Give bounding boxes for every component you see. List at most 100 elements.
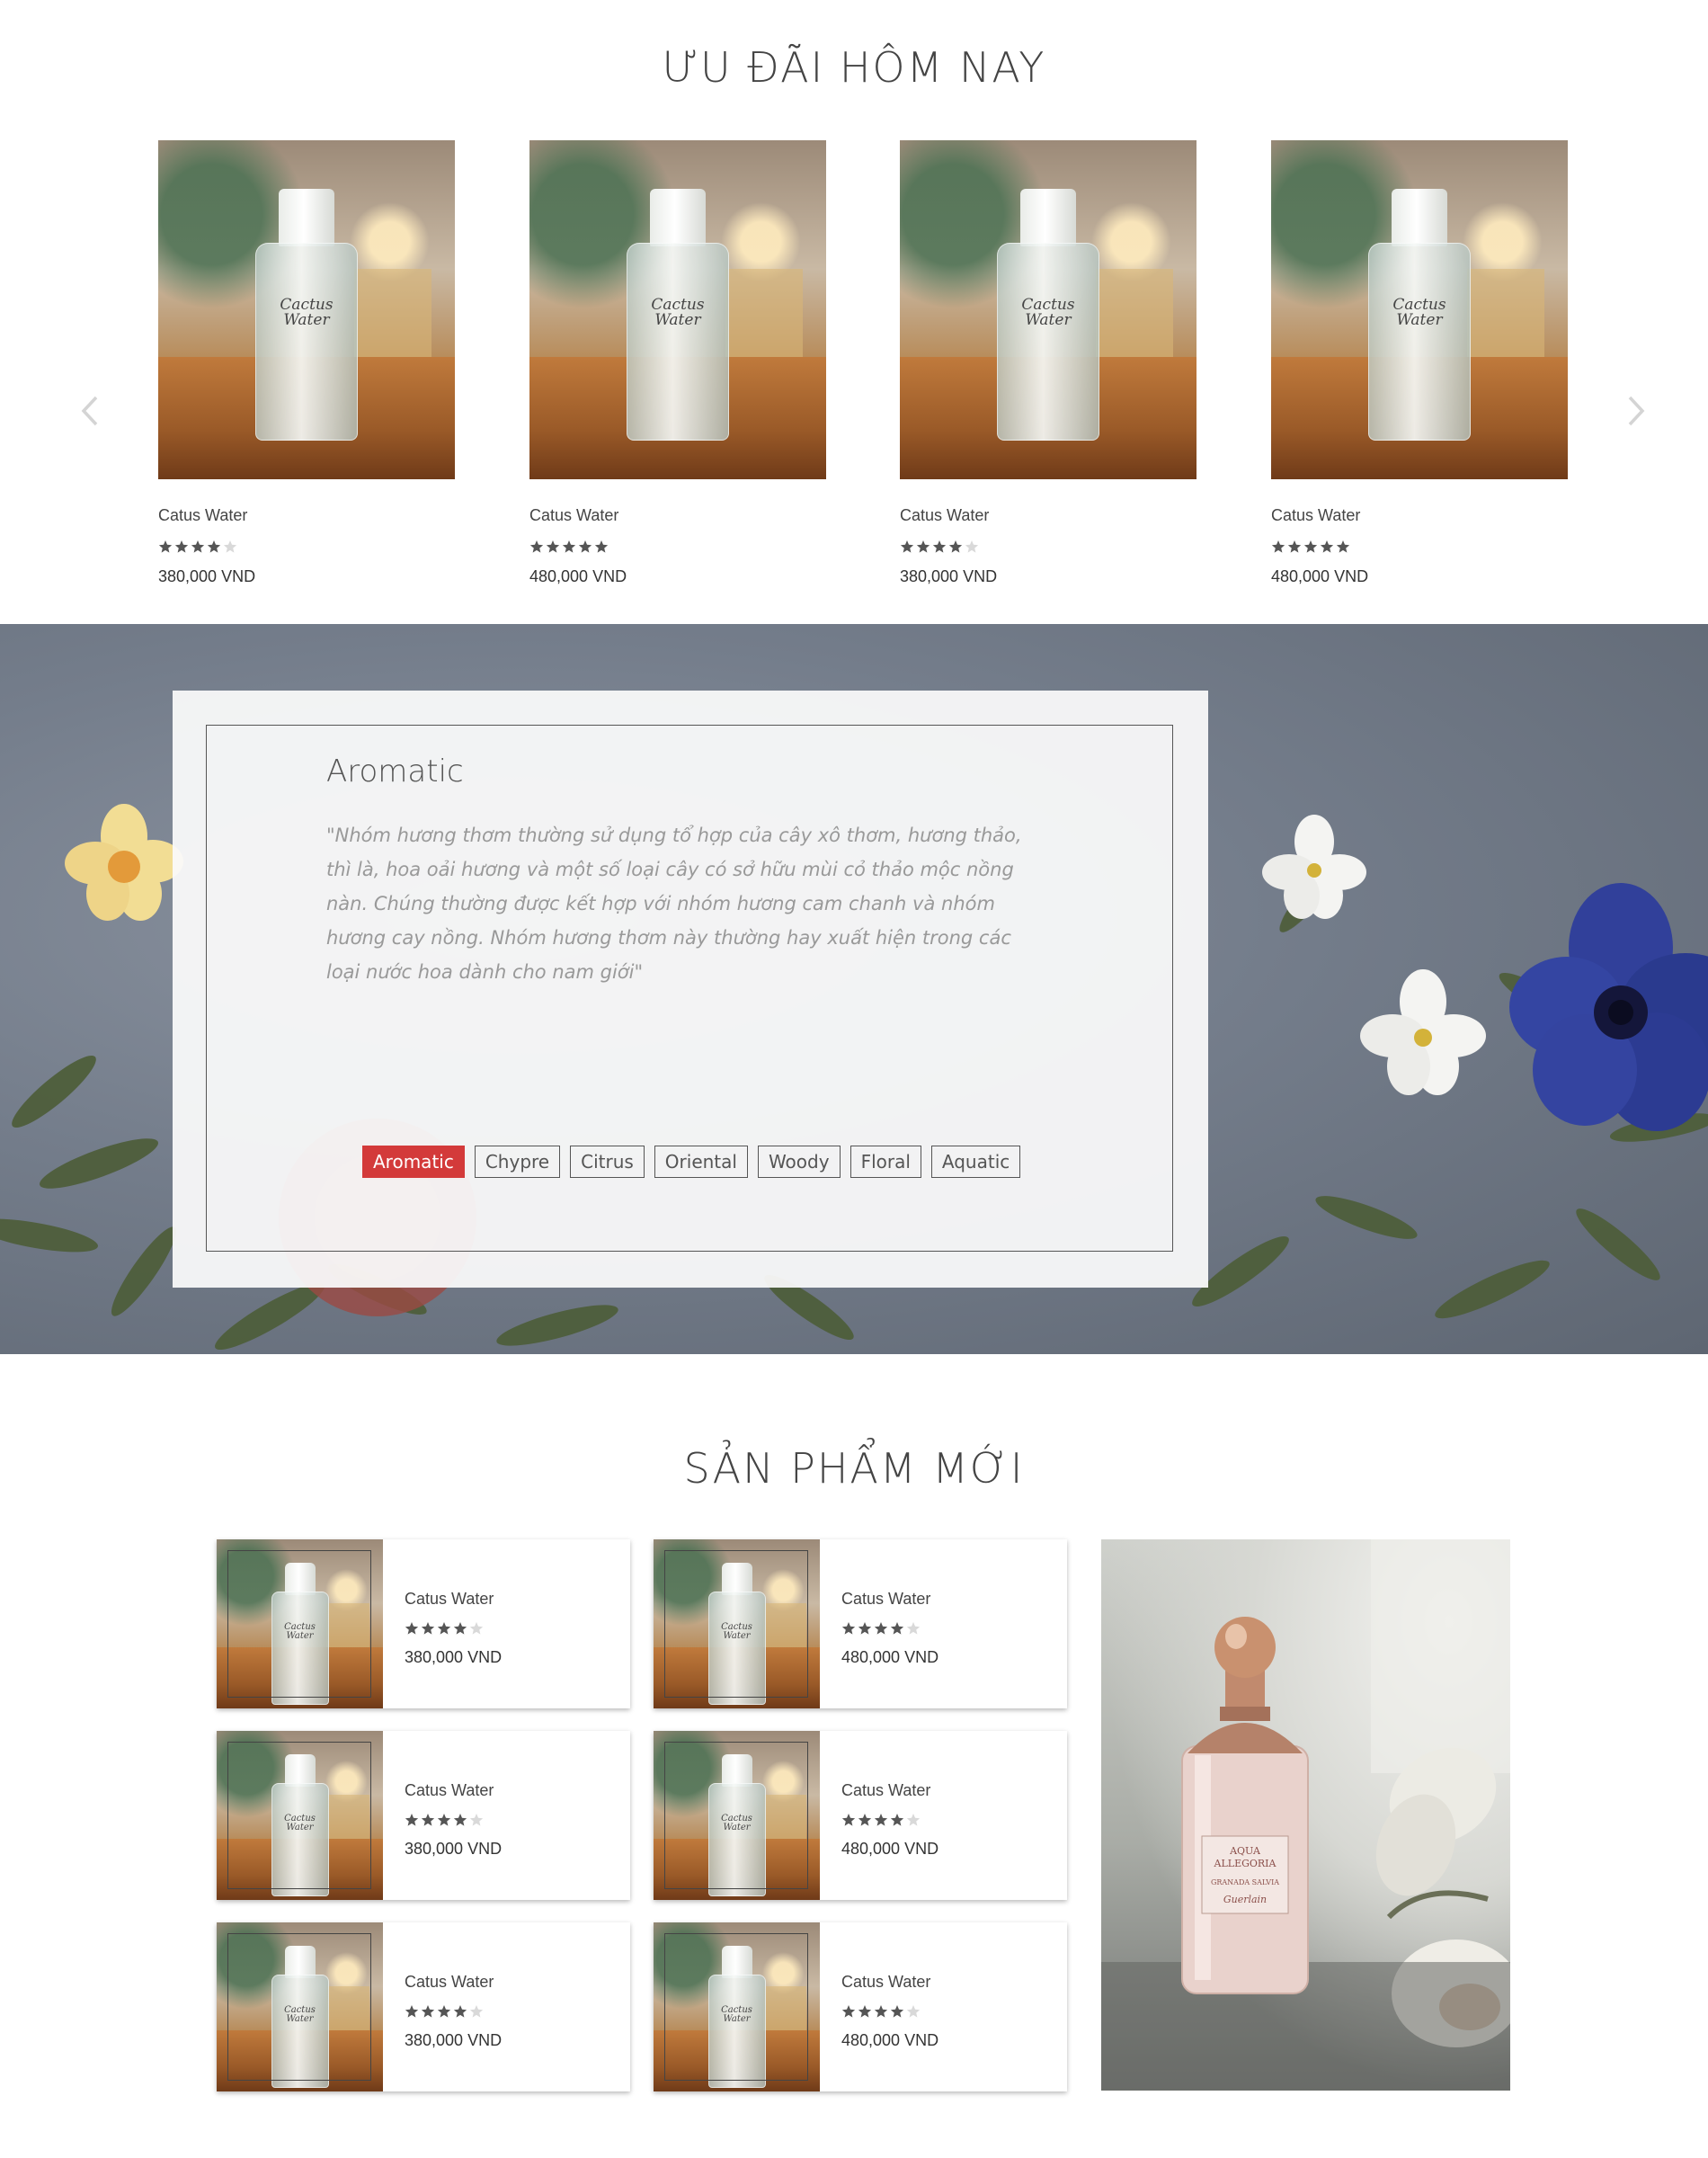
star-empty-icon [906, 2005, 921, 2018]
product-thumbnail[interactable]: Cactus Water [654, 1922, 820, 2091]
product-rating [405, 1813, 484, 1827]
product-thumbnail[interactable]: Cactus Water [217, 1731, 383, 1900]
star-filled-icon [916, 540, 930, 553]
star-filled-icon [437, 1814, 451, 1826]
product-image[interactable]: Cactus Water [158, 140, 455, 479]
scent-tab-woody[interactable]: Woody [757, 1146, 841, 1178]
product-price: 480,000 VND [841, 1840, 939, 1858]
new-product-card[interactable]: Cactus Water Catus Water 380,000 VND [217, 1731, 630, 1900]
star-filled-icon [900, 540, 914, 553]
star-empty-icon [469, 1622, 484, 1635]
star-filled-icon [405, 1622, 419, 1635]
star-filled-icon [1336, 540, 1350, 553]
product-thumbnail[interactable]: Cactus Water [654, 1539, 820, 1708]
promo-label-line3: GRANADA SALVIA [1211, 1878, 1279, 1886]
thumbnail-frame [227, 1550, 371, 1698]
product-thumbnail[interactable]: Cactus Water [654, 1731, 820, 1900]
star-filled-icon [562, 540, 576, 553]
product-name[interactable]: Catus Water [1271, 506, 1360, 525]
product-rating [529, 540, 609, 554]
star-filled-icon [858, 1622, 872, 1635]
aroma-title: Aromatic [326, 754, 464, 789]
thumbnail-frame [227, 1933, 371, 2081]
product-price: 480,000 VND [841, 2031, 939, 2049]
scent-tab-floral[interactable]: Floral [850, 1146, 921, 1178]
star-empty-icon [469, 2005, 484, 2018]
product-rating [900, 540, 979, 554]
carousel-prev-button[interactable] [72, 388, 108, 433]
bottle-label: Cactus Water [1392, 296, 1446, 329]
thumbnail-frame [664, 1742, 808, 1889]
deal-product-card[interactable]: Cactus Water Catus Water 480,000 VND [1271, 140, 1568, 585]
star-empty-icon [965, 540, 979, 553]
product-thumbnail[interactable]: Cactus Water [217, 1922, 383, 2091]
star-filled-icon [1303, 540, 1318, 553]
bottle-label: Cactus Water [1021, 296, 1075, 329]
new-products-title: SẢN PHẨM MỚI [683, 1444, 1025, 1493]
new-product-card[interactable]: Cactus Water Catus Water 480,000 VND [654, 1539, 1067, 1708]
product-thumbnail[interactable]: Cactus Water [217, 1539, 383, 1708]
star-filled-icon [207, 540, 221, 553]
product-name[interactable]: Catus Water [841, 1973, 930, 1992]
deal-product-card[interactable]: Cactus Water Catus Water 380,000 VND [158, 140, 455, 585]
bottle-cap [279, 189, 334, 246]
thumbnail-frame [664, 1933, 808, 2081]
deal-product-card[interactable]: Cactus Water Catus Water 480,000 VND [529, 140, 826, 585]
star-empty-icon [906, 1814, 921, 1826]
product-name[interactable]: Catus Water [158, 506, 247, 525]
chevron-left-icon [81, 396, 98, 426]
star-filled-icon [158, 540, 173, 553]
star-empty-icon [223, 540, 237, 553]
promo-label-line1: AQUA [1229, 1845, 1261, 1857]
scent-tab-aromatic[interactable]: Aromatic [362, 1146, 465, 1178]
product-name[interactable]: Catus Water [529, 506, 618, 525]
product-name[interactable]: Catus Water [405, 1590, 494, 1609]
product-name[interactable]: Catus Water [841, 1590, 930, 1609]
scent-tab-oriental[interactable]: Oriental [654, 1146, 748, 1178]
product-price: 480,000 VND [841, 1648, 939, 1666]
bottle-cap [1392, 189, 1447, 246]
product-rating [841, 1813, 921, 1827]
product-name[interactable]: Catus Water [405, 1781, 494, 1800]
star-filled-icon [874, 2005, 888, 2018]
scent-tab-list: Aromatic Chypre Citrus Oriental Woody Floral A… [362, 1146, 1021, 1178]
bottle-body: Cactus Water [997, 243, 1099, 441]
chevron-right-icon [1628, 396, 1645, 426]
product-image[interactable]: Cactus Water [1271, 140, 1568, 479]
scent-tab-aquatic[interactable]: Aquatic [930, 1146, 1021, 1178]
star-filled-icon [174, 540, 189, 553]
carousel-next-button[interactable] [1618, 388, 1654, 433]
star-filled-icon [874, 1622, 888, 1635]
promo-perfume-image[interactable]: AQUA ALLEGORIA GRANADA SALVIA Guerlain [1101, 1539, 1510, 2091]
product-image[interactable]: Cactus Water [900, 140, 1196, 479]
scent-tab-chypre[interactable]: Chypre [474, 1146, 561, 1178]
perfume-bottle-illustration: AQUA ALLEGORIA GRANADA SALVIA Guerlain [1101, 1539, 1510, 2091]
new-product-card[interactable]: Cactus Water Catus Water 380,000 VND [217, 1922, 630, 2091]
bottle-body: Cactus Water [627, 243, 729, 441]
star-filled-icon [1287, 540, 1302, 553]
deal-product-card[interactable]: Cactus Water Catus Water 380,000 VND [900, 140, 1196, 585]
bottle-label: Cactus Water [651, 296, 705, 329]
star-filled-icon [1320, 540, 1334, 553]
star-filled-icon [453, 2005, 467, 2018]
product-name[interactable]: Catus Water [900, 506, 989, 525]
product-name[interactable]: Catus Water [405, 1973, 494, 1992]
product-name[interactable]: Catus Water [841, 1781, 930, 1800]
new-product-card[interactable]: Cactus Water Catus Water 380,000 VND [217, 1539, 630, 1708]
star-filled-icon [191, 540, 205, 553]
star-filled-icon [421, 2005, 435, 2018]
star-filled-icon [437, 1622, 451, 1635]
product-rating [158, 540, 237, 554]
product-price: 380,000 VND [900, 567, 998, 585]
product-image[interactable]: Cactus Water [529, 140, 826, 479]
star-filled-icon [948, 540, 963, 553]
new-product-card[interactable]: Cactus Water Catus Water 480,000 VND [654, 1922, 1067, 2091]
star-filled-icon [453, 1622, 467, 1635]
product-price: 380,000 VND [405, 1648, 503, 1666]
new-product-card[interactable]: Cactus Water Catus Water 480,000 VND [654, 1731, 1067, 1900]
deals-title: ƯU ĐÃI HÔM NAY [662, 43, 1046, 92]
scent-tab-citrus[interactable]: Citrus [570, 1146, 645, 1178]
bottle-body: Cactus Water [255, 243, 358, 441]
star-filled-icon [405, 2005, 419, 2018]
bottle-label: Cactus Water [280, 296, 334, 329]
